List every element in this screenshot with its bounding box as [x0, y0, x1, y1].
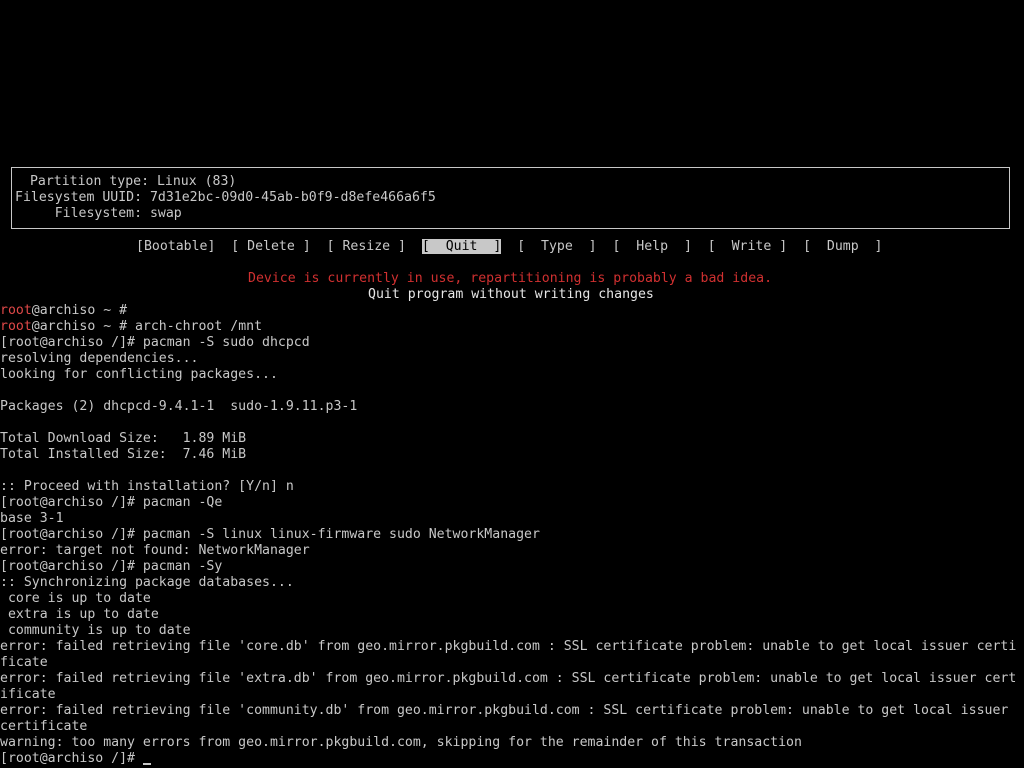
device-in-use-warning: Device is currently in use, repartitioni…: [248, 271, 773, 286]
terminal-line: [root@archiso /]# pacman -Qe: [0, 495, 223, 510]
terminal-line: ficate: [0, 655, 48, 670]
partition-info-box: Partition type: Linux (83) Filesystem UU…: [11, 167, 1010, 229]
terminal-line: looking for conflicting packages...: [0, 367, 278, 382]
root-user-label: root: [0, 303, 32, 318]
terminal-line: error: failed retrieving file 'core.db' …: [0, 639, 1017, 654]
menu-resize[interactable]: [ Resize ]: [327, 239, 406, 254]
prompt-line-2: root@archiso ~ # arch-chroot /mnt: [0, 319, 262, 335]
terminal-line: Total Download Size: 1.89 MiB: [0, 431, 247, 446]
terminal-line: core is up to date: [0, 591, 151, 606]
menu-bootable[interactable]: [Bootable]: [136, 239, 215, 254]
terminal-line: community is up to date: [0, 623, 191, 638]
menu-help[interactable]: [ Help ]: [612, 239, 691, 254]
terminal-line: Total Installed Size: 7.46 MiB: [0, 447, 247, 462]
terminal-line: base 3-1: [0, 511, 64, 526]
prompt-text: [root@archiso /]#: [0, 751, 143, 766]
terminal-line: certificate: [0, 719, 88, 734]
terminal-line: error: failed retrieving file 'extra.db'…: [0, 671, 1017, 686]
terminal-line: [root@archiso /]# pacman -S sudo dhcpcd: [0, 335, 310, 350]
menu-delete[interactable]: [ Delete ]: [231, 239, 310, 254]
menu-type[interactable]: [ Type ]: [517, 239, 596, 254]
terminal-line: [root@archiso /]# pacman -S linux linux-…: [0, 527, 540, 542]
menu-hint: Quit program without writing changes: [368, 287, 654, 302]
menu-quit[interactable]: [ Quit ]: [421, 239, 502, 254]
root-user-label: root: [0, 319, 32, 334]
partition-type-line: Partition type: Linux (83): [22, 174, 237, 189]
active-prompt[interactable]: [root@archiso /]#: [0, 751, 151, 767]
text-cursor: [142, 763, 151, 765]
cfdisk-menu: [Bootable] [ Delete ] [ Resize ] [ Quit …: [136, 239, 882, 255]
terminal-line: extra is up to date: [0, 607, 159, 622]
terminal-line: :: Proceed with installation? [Y/n] n: [0, 479, 294, 494]
filesystem-uuid-line: Filesystem UUID: 7d31e2bc-09d0-45ab-b0f9…: [15, 190, 436, 205]
prompt-rest: @archiso ~ # arch-chroot /mnt: [31, 319, 263, 334]
terminal-line: ificate: [0, 687, 56, 702]
terminal-line: warning: too many errors from geo.mirror…: [0, 735, 802, 750]
terminal-line: error: target not found: NetworkManager: [0, 543, 310, 558]
terminal-line: error: failed retrieving file 'community…: [0, 703, 1009, 718]
terminal-line: resolving dependencies...: [0, 351, 199, 366]
terminal-line: :: Synchronizing package databases...: [0, 575, 294, 590]
menu-write[interactable]: [ Write ]: [708, 239, 787, 254]
terminal-line: Packages (2) dhcpcd-9.4.1-1 sudo-1.9.11.…: [0, 399, 358, 414]
menu-dump[interactable]: [ Dump ]: [803, 239, 882, 254]
filesystem-type-line: Filesystem: swap: [15, 206, 182, 221]
terminal-line: [root@archiso /]# pacman -Sy: [0, 559, 223, 574]
prompt-rest: @archiso ~ #: [31, 303, 128, 318]
prompt-line-1: root@archiso ~ #: [0, 303, 127, 319]
